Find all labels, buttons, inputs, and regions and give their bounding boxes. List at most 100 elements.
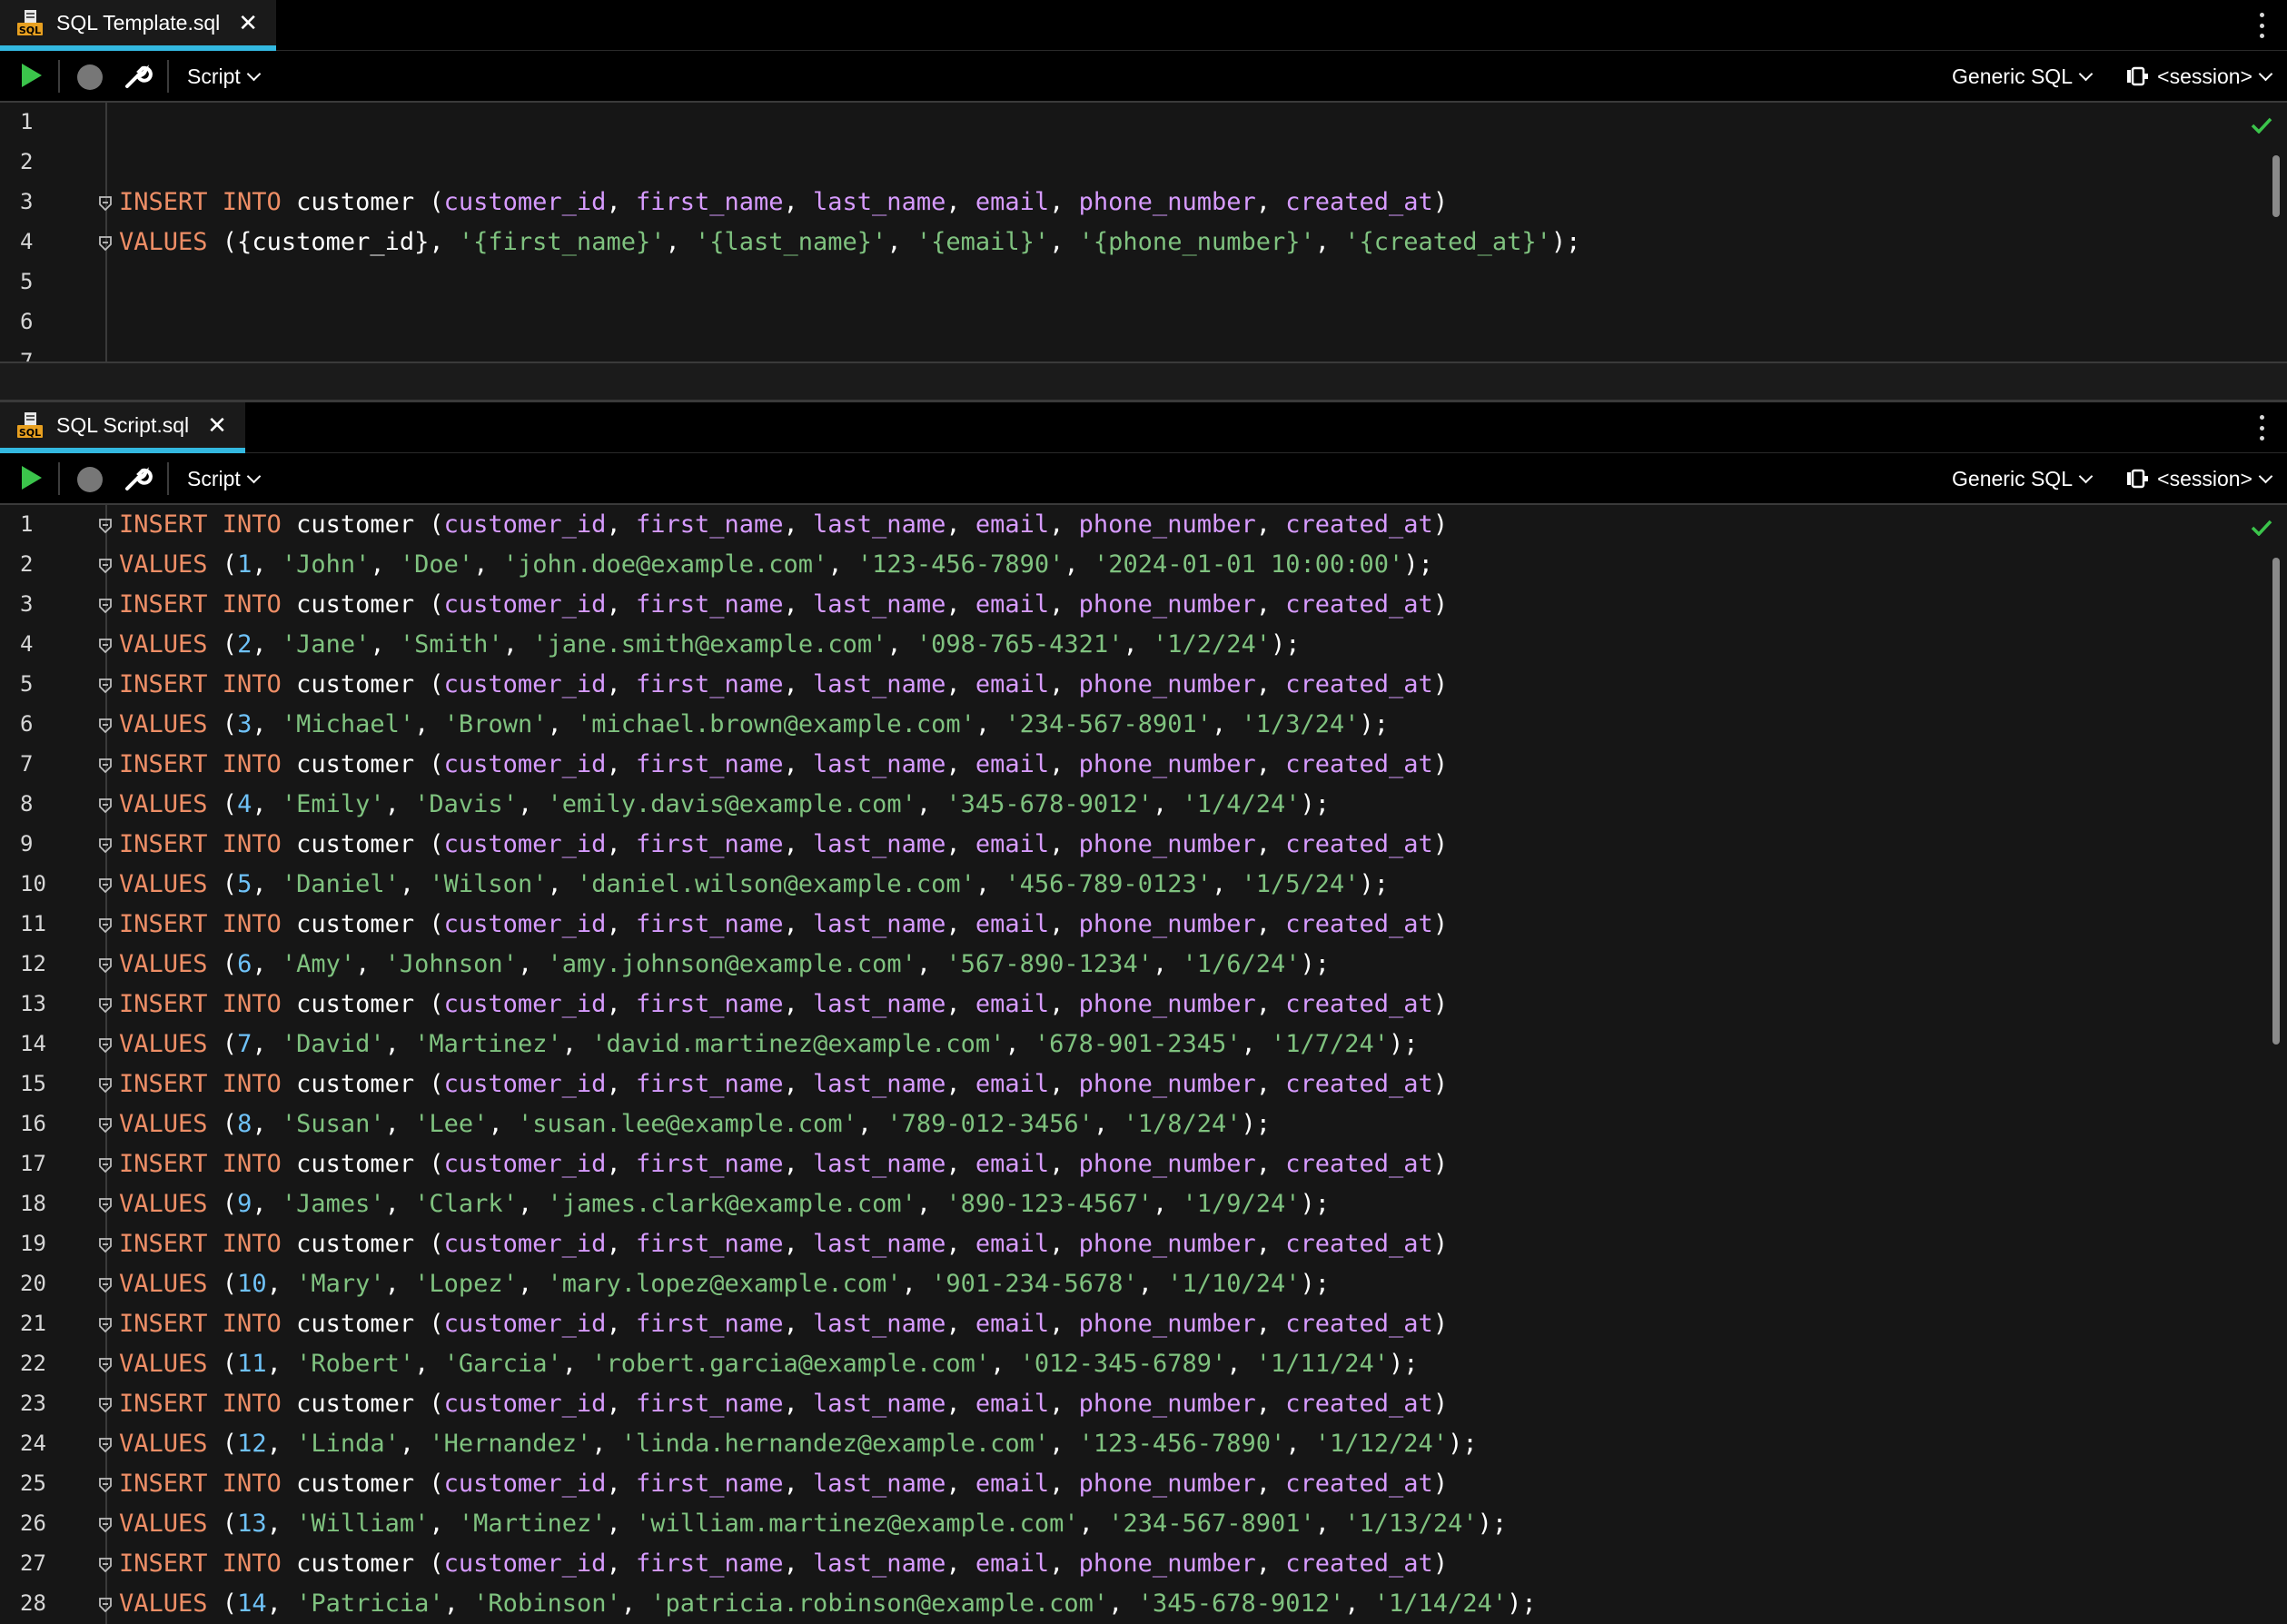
fold-icon[interactable] bbox=[98, 1037, 113, 1055]
code-line[interactable]: 2 VALUES (1, 'John', 'Doe', 'john.doe@exa… bbox=[0, 545, 2252, 585]
code-line[interactable]: 12 VALUES (6, 'Amy', 'Johnson', 'amy.john… bbox=[0, 945, 2252, 985]
wrench-icon[interactable] bbox=[124, 62, 153, 91]
script-dropdown[interactable]: Script bbox=[187, 63, 262, 90]
code-token: '1/7/24' bbox=[1271, 1030, 1390, 1058]
code-line[interactable]: 27 INSERT INTO customer (customer_id, fir… bbox=[0, 1544, 2252, 1584]
code-line[interactable]: 22 VALUES (11, 'Robert', 'Garcia', 'rober… bbox=[0, 1344, 2252, 1384]
fold-icon[interactable] bbox=[98, 638, 113, 656]
fold-icon[interactable] bbox=[98, 997, 113, 1015]
code-line[interactable]: 20 VALUES (10, 'Mary', 'Lopez', 'mary.lop… bbox=[0, 1264, 2252, 1304]
tab-sql-template[interactable]: SQL SQL Template.sql ✕ bbox=[0, 0, 277, 51]
vertical-scrollbar[interactable] bbox=[2272, 558, 2280, 1045]
dialect-label: Generic SQL bbox=[1952, 64, 2073, 88]
code-line[interactable]: 11 INSERT INTO customer (customer_id, fir… bbox=[0, 905, 2252, 945]
code-line[interactable]: 26 VALUES (13, 'William', 'Martinez', 'wi… bbox=[0, 1504, 2252, 1544]
fold-icon[interactable] bbox=[98, 235, 113, 253]
fold-icon[interactable] bbox=[98, 195, 113, 213]
code-token: customer ( bbox=[281, 1470, 444, 1498]
fold-icon[interactable] bbox=[98, 1477, 113, 1495]
fold-icon[interactable] bbox=[98, 1357, 113, 1375]
code-line[interactable]: 13 INSERT INTO customer (customer_id, fir… bbox=[0, 985, 2252, 1025]
code-line[interactable]: 23 INSERT INTO customer (customer_id, fir… bbox=[0, 1384, 2252, 1424]
code-line[interactable]: 24 VALUES (12, 'Linda', 'Hernandez', 'lin… bbox=[0, 1424, 2252, 1464]
fold-icon[interactable] bbox=[98, 1517, 113, 1535]
fold-icon[interactable] bbox=[98, 1077, 113, 1095]
code-line[interactable]: 3 INSERT INTO customer (customer_id, firs… bbox=[0, 585, 2252, 625]
fold-icon[interactable] bbox=[98, 1397, 113, 1415]
fold-icon[interactable] bbox=[98, 598, 113, 616]
fold-icon[interactable] bbox=[98, 758, 113, 776]
code-line[interactable]: 5 INSERT INTO customer (customer_id, firs… bbox=[0, 665, 2252, 705]
fold-icon[interactable] bbox=[98, 877, 113, 896]
sql-file-icon: SQL bbox=[16, 9, 44, 36]
code-line[interactable]: 16 VALUES (8, 'Susan', 'Lee', 'susan.lee@… bbox=[0, 1104, 2252, 1144]
code-line[interactable]: 4 VALUES (2, 'Jane', 'Smith', 'jane.smith… bbox=[0, 625, 2252, 665]
run-icon[interactable] bbox=[22, 466, 42, 490]
dialect-dropdown[interactable]: Generic SQL bbox=[1952, 63, 2094, 90]
fold-icon[interactable] bbox=[98, 1157, 113, 1175]
code-line[interactable]: 1 bbox=[0, 103, 2252, 143]
fold-icon[interactable] bbox=[98, 957, 113, 975]
code-token: , bbox=[916, 950, 946, 978]
code-line[interactable]: 28 VALUES (14, 'Patricia', 'Robinson', 'p… bbox=[0, 1584, 2252, 1624]
code-token: , bbox=[606, 670, 636, 698]
code-line[interactable]: 5 bbox=[0, 262, 2252, 302]
fold-icon[interactable] bbox=[98, 917, 113, 936]
fold-icon[interactable] bbox=[98, 1117, 113, 1135]
code-line[interactable]: 21 INSERT INTO customer (customer_id, fir… bbox=[0, 1304, 2252, 1344]
code-line[interactable]: 6 VALUES (3, 'Michael', 'Brown', 'michael… bbox=[0, 705, 2252, 745]
code-line[interactable]: 7 INSERT INTO customer (customer_id, firs… bbox=[0, 745, 2252, 785]
code-line[interactable]: 2 bbox=[0, 143, 2252, 183]
wrench-icon[interactable] bbox=[124, 464, 153, 493]
fold-icon[interactable] bbox=[98, 1197, 113, 1215]
script-dropdown[interactable]: Script bbox=[187, 465, 262, 492]
run-icon[interactable] bbox=[22, 64, 42, 87]
fold-icon[interactable] bbox=[98, 1277, 113, 1295]
fold-icon[interactable] bbox=[98, 1597, 113, 1615]
code-line[interactable]: 4 VALUES ({customer_id}, '{first_name}', … bbox=[0, 223, 2252, 262]
code-token: , bbox=[517, 950, 548, 978]
code-line[interactable]: 17 INSERT INTO customer (customer_id, fir… bbox=[0, 1144, 2252, 1184]
code-token: , bbox=[1255, 510, 1286, 539]
vertical-scrollbar[interactable] bbox=[2272, 155, 2280, 217]
fold-icon[interactable] bbox=[98, 558, 113, 576]
fold-icon[interactable] bbox=[98, 1437, 113, 1455]
fold-icon[interactable] bbox=[98, 718, 113, 736]
split-divider[interactable] bbox=[0, 361, 2287, 402]
fold-icon[interactable] bbox=[98, 678, 113, 696]
tab-sql-script[interactable]: SQL SQL Script.sql ✕ bbox=[0, 402, 245, 453]
code-editor[interactable]: 1 2 3 INSERT INTO customer (customer_id, fi… bbox=[0, 103, 2287, 361]
code-line[interactable]: 6 bbox=[0, 302, 2252, 342]
fold-icon[interactable] bbox=[98, 1317, 113, 1335]
code-line[interactable]: 18 VALUES (9, 'James', 'Clark', 'james.cl… bbox=[0, 1184, 2252, 1224]
stop-icon[interactable] bbox=[77, 467, 103, 492]
code-line[interactable]: 19 INSERT INTO customer (customer_id, fir… bbox=[0, 1224, 2252, 1264]
code-token: email bbox=[975, 750, 1050, 778]
kebab-menu-icon[interactable] bbox=[2260, 415, 2267, 441]
code-token: , bbox=[252, 710, 282, 738]
code-line[interactable]: 1 INSERT INTO customer (customer_id, firs… bbox=[0, 505, 2252, 545]
code-token: phone_number bbox=[1078, 188, 1256, 216]
session-dropdown[interactable]: <session> bbox=[2126, 63, 2273, 90]
code-editor[interactable]: 1 INSERT INTO customer (customer_id, firs… bbox=[0, 505, 2287, 1624]
code-line[interactable]: 10 VALUES (5, 'Daniel', 'Wilson', 'daniel… bbox=[0, 865, 2252, 905]
code-line[interactable]: 15 INSERT INTO customer (customer_id, fir… bbox=[0, 1065, 2252, 1104]
svg-text:SQL: SQL bbox=[19, 25, 41, 36]
fold-icon[interactable] bbox=[98, 518, 113, 536]
code-line[interactable]: 8 VALUES (4, 'Emily', 'Davis', 'emily.dav… bbox=[0, 785, 2252, 825]
session-dropdown[interactable]: <session> bbox=[2126, 465, 2273, 492]
stop-icon[interactable] bbox=[77, 64, 103, 90]
code-line[interactable]: 3 INSERT INTO customer (customer_id, firs… bbox=[0, 183, 2252, 223]
dialect-dropdown[interactable]: Generic SQL bbox=[1952, 465, 2094, 492]
code-line[interactable]: 9 INSERT INTO customer (customer_id, firs… bbox=[0, 825, 2252, 865]
fold-icon[interactable] bbox=[98, 837, 113, 856]
code-line[interactable]: 14 VALUES (7, 'David', 'Martinez', 'david… bbox=[0, 1025, 2252, 1065]
kebab-menu-icon[interactable] bbox=[2260, 13, 2267, 38]
code-line[interactable]: 7 bbox=[0, 342, 2252, 361]
fold-icon[interactable] bbox=[98, 1237, 113, 1255]
code-line[interactable]: 25 INSERT INTO customer (customer_id, fir… bbox=[0, 1464, 2252, 1504]
close-icon[interactable]: ✕ bbox=[238, 11, 258, 35]
close-icon[interactable]: ✕ bbox=[207, 413, 227, 437]
fold-icon[interactable] bbox=[98, 797, 113, 816]
fold-icon[interactable] bbox=[98, 1557, 113, 1575]
